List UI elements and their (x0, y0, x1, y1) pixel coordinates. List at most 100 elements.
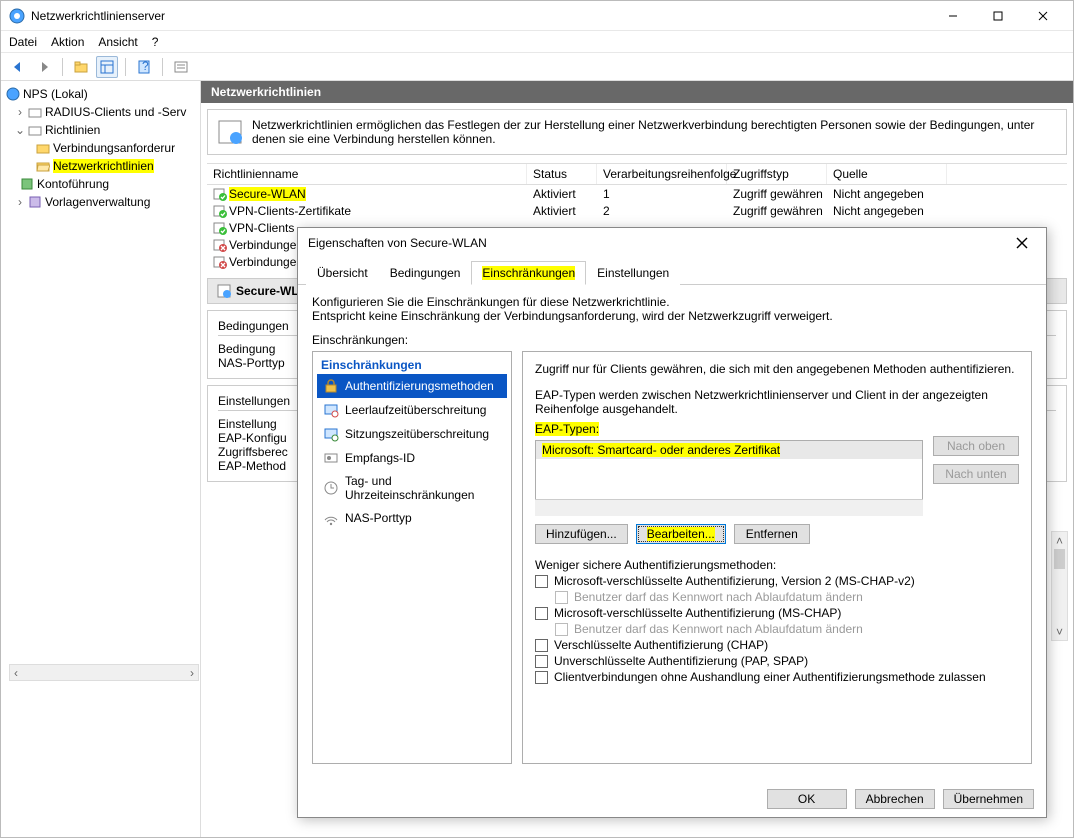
tree-kontofuehrung[interactable]: Kontoführung (37, 177, 109, 191)
constraint-item[interactable]: NAS-Porttyp (317, 506, 507, 530)
constraint-item[interactable]: Empfangs-ID (317, 446, 507, 470)
policy-small-icon (216, 283, 232, 299)
minimize-button[interactable] (930, 1, 975, 30)
remove-button[interactable]: Entfernen (734, 524, 810, 544)
close-button[interactable] (1020, 1, 1065, 30)
eap-type-item[interactable]: Microsoft: Smartcard- oder anderes Zerti… (536, 441, 922, 459)
row-name: VPN-Clients-Zertifikate (229, 204, 351, 218)
templates-icon (27, 194, 43, 210)
maximize-button[interactable] (975, 1, 1020, 30)
scroll-down-icon[interactable]: ˅ (1052, 623, 1067, 640)
toolbar-help-button[interactable]: ? (133, 56, 155, 78)
apply-button[interactable]: Übernehmen (943, 789, 1034, 809)
scroll-right-icon[interactable]: › (190, 666, 194, 680)
panel-description-text: Netzwerkrichtlinien ermöglichen das Fest… (252, 118, 1034, 146)
detail-header-text: Secure-WL (236, 284, 299, 298)
tab-einstellungen[interactable]: Einstellungen (586, 261, 680, 285)
menubar: Datei Aktion Ansicht ? (1, 31, 1073, 53)
chk-pap: Unverschlüsselte Authentifizierung (PAP,… (554, 654, 808, 668)
menu-aktion[interactable]: Aktion (51, 35, 84, 49)
svg-text:?: ? (142, 60, 149, 73)
tree-richtlinien[interactable]: Richtlinien (45, 123, 100, 137)
constraint-item[interactable]: Authentifizierungsmethoden (317, 374, 507, 398)
checkbox[interactable] (535, 639, 548, 652)
row-status: Aktiviert (527, 187, 597, 201)
eap-types-listbox[interactable]: Microsoft: Smartcard- oder anderes Zerti… (535, 440, 923, 500)
auth-desc-2: EAP-Typen werden zwischen Netzwerkrichtl… (535, 388, 1019, 416)
ok-button[interactable]: OK (767, 789, 847, 809)
checkbox (555, 591, 568, 604)
detail-vscrollbar[interactable]: ˄ ˅ (1051, 531, 1068, 641)
tab-uebersicht[interactable]: Übersicht (306, 261, 379, 285)
eap-type-item-label: Microsoft: Smartcard- oder anderes Zerti… (542, 443, 780, 457)
policy-status-icon (213, 187, 227, 201)
folder-icon (35, 140, 51, 156)
properties-dialog: Eigenschaften von Secure-WLAN Übersicht … (297, 227, 1047, 818)
move-down-button[interactable]: Nach unten (933, 464, 1019, 484)
cond-label-1: Bedingung (218, 342, 275, 356)
menu-help[interactable]: ? (152, 35, 159, 49)
checkbox[interactable] (535, 655, 548, 668)
dialog-tabs: Übersicht Bedingungen Einschränkungen Ei… (298, 260, 1046, 285)
tree-verbindungsanf[interactable]: Verbindungsanforderur (53, 141, 175, 155)
toolbar-folder-button[interactable] (70, 56, 92, 78)
toolbar-view-button[interactable] (96, 56, 118, 78)
checkbox[interactable] (535, 575, 548, 588)
toolbar-props-button[interactable] (170, 56, 192, 78)
auth-desc-1: Zugriff nur für Clients gewähren, die si… (535, 362, 1019, 376)
constraint-item[interactable]: Tag- und Uhrzeiteinschränkungen (317, 470, 507, 506)
tree-root[interactable]: NPS (Lokal) (23, 87, 88, 101)
table-row[interactable]: Secure-WLANAktiviert1Zugriff gewährenNic… (207, 185, 1067, 202)
tree-radius[interactable]: RADIUS-Clients und -Serv (45, 105, 186, 119)
col-name[interactable]: Richtlinienname (207, 164, 527, 184)
row-order: 1 (597, 187, 727, 201)
eap-hscrollbar[interactable] (535, 499, 923, 516)
clock-icon (323, 480, 339, 496)
tree-netzwerkrichtlinien[interactable]: Netzwerkrichtlinien (53, 159, 154, 173)
edit-button[interactable]: Bearbeiten... (636, 524, 726, 544)
constraint-item[interactable]: Sitzungszeitüberschreitung (317, 422, 507, 446)
constraints-list-header: Einschränkungen (317, 356, 507, 374)
id-icon (323, 450, 339, 466)
tab-bedingungen[interactable]: Bedingungen (379, 261, 472, 285)
forward-button[interactable] (33, 56, 55, 78)
policy-status-icon (213, 238, 227, 252)
checkbox[interactable] (535, 607, 548, 620)
constraint-item-label: Tag- und Uhrzeiteinschränkungen (345, 474, 501, 502)
app-icon (9, 8, 25, 24)
scroll-up-icon[interactable]: ˄ (1052, 532, 1067, 549)
back-button[interactable] (7, 56, 29, 78)
constraint-item-label: Leerlaufzeitüberschreitung (345, 403, 486, 417)
add-button[interactable]: Hinzufügen... (535, 524, 628, 544)
scroll-left-icon[interactable]: ‹ (14, 666, 18, 680)
idle-icon (323, 402, 339, 418)
row-name: Secure-WLAN (229, 187, 306, 201)
move-up-button[interactable]: Nach oben (933, 436, 1019, 456)
col-source[interactable]: Quelle (827, 164, 947, 184)
constraint-item-label: Empfangs-ID (345, 451, 415, 465)
table-row[interactable]: VPN-Clients-ZertifikateAktiviert2Zugriff… (207, 202, 1067, 219)
panel-description: Netzwerkrichtlinien ermöglichen das Fest… (207, 109, 1067, 155)
accounting-icon (19, 176, 35, 192)
tab-einschraenkungen[interactable]: Einschränkungen (471, 261, 586, 285)
constraints-list[interactable]: Einschränkungen Authentifizierungsmethod… (312, 351, 512, 764)
tree-vorlagen[interactable]: Vorlagenverwaltung (45, 195, 150, 209)
set-label-1: Einstellung (218, 417, 277, 431)
col-order[interactable]: Verarbeitungsreihenfolge (597, 164, 727, 184)
policy-large-icon (216, 118, 244, 146)
nav-tree[interactable]: NPS (Lokal) ›RADIUS-Clients und -Serv ⌄R… (1, 81, 201, 837)
dialog-close-button[interactable] (1008, 229, 1036, 257)
cancel-button[interactable]: Abbrechen (855, 789, 935, 809)
row-access: Zugriff gewähren (727, 204, 827, 218)
scroll-thumb[interactable] (1054, 549, 1065, 569)
edit-button-label: Bearbeiten... (647, 527, 715, 541)
col-status[interactable]: Status (527, 164, 597, 184)
menu-datei[interactable]: Datei (9, 35, 37, 49)
tree-hscrollbar[interactable]: ‹› (9, 664, 199, 681)
constraint-item[interactable]: Leerlaufzeitüberschreitung (317, 398, 507, 422)
checkbox[interactable] (535, 671, 548, 684)
menu-ansicht[interactable]: Ansicht (98, 35, 137, 49)
window-title: Netzwerkrichtlinienserver (31, 9, 930, 23)
constraint-item-label: NAS-Porttyp (345, 511, 412, 525)
col-access[interactable]: Zugriffstyp (727, 164, 827, 184)
